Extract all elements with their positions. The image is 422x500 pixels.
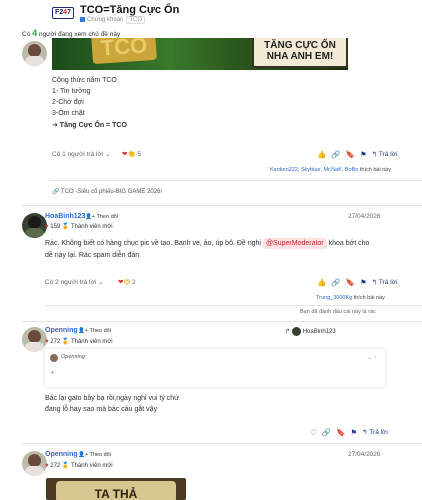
image-text: TA THẢ: [56, 481, 176, 500]
site-logo[interactable]: F247: [52, 7, 74, 19]
expand-quote-icon[interactable]: ⌄ ↑: [367, 354, 377, 361]
follow-user-icon: 👤+: [78, 452, 89, 458]
post-text: Rác. Không biết có hàng chục pic về tao.…: [45, 238, 370, 249]
reply-button[interactable]: ↰ Trả lời: [372, 150, 398, 158]
chevron-down-icon: ⌄: [97, 279, 104, 286]
heart-icon: ♥: [45, 463, 49, 469]
username[interactable]: Openning: [45, 327, 78, 334]
chevron-down-icon: ⌄: [104, 151, 111, 158]
trophy-icon: 🏅: [61, 463, 70, 469]
like-icon[interactable]: 👍: [317, 150, 326, 159]
user-meta: ♥ 272 🏅 Thành viên mới: [45, 463, 113, 469]
post-line: Công thức nắm TCO: [52, 77, 117, 84]
link-icon[interactable]: 🔗: [322, 428, 331, 437]
flag-icon[interactable]: ⚑: [360, 150, 367, 159]
username[interactable]: HoaBinh123: [45, 213, 85, 220]
post-image[interactable]: TCO TĂNG CỰC ỔN NHA ANH EM!: [52, 38, 348, 70]
reactions[interactable]: ❤😄 2: [118, 278, 136, 286]
replies-toggle[interactable]: Có 1 người trả lời ⌄: [52, 150, 110, 158]
quote-user: Openning:: [61, 354, 87, 360]
avatar: [291, 327, 301, 336]
category-badge-icon: [80, 16, 85, 22]
reply-button[interactable]: ↰ Trả lời: [372, 278, 398, 286]
reactions[interactable]: ❤👏 5: [122, 150, 141, 158]
link-icon[interactable]: 🔗: [331, 278, 340, 287]
clap-icon: 👏: [127, 151, 136, 158]
quote-block[interactable]: Openning: ⌄ ↑ *: [45, 349, 385, 387]
post-text: dề này lại. Rác spam diễn đàn: [45, 252, 140, 259]
like-icon[interactable]: 👍: [317, 278, 326, 287]
bookmark-icon[interactable]: 🔖: [346, 150, 355, 159]
avatar[interactable]: [22, 41, 47, 66]
post-date[interactable]: 27/04/2026: [348, 213, 381, 220]
quote-body: *: [51, 371, 54, 378]
avatar[interactable]: [22, 213, 47, 238]
likes-summary[interactable]: Kenken222, Skyblue, Mr.NaK, BoBo thích b…: [270, 167, 391, 173]
username[interactable]: Openning: [45, 451, 78, 458]
user-meta: ♥ 272 🏅 Thành viên mới: [45, 339, 113, 345]
topic-category[interactable]: Chứng khoán TCO: [80, 16, 146, 24]
link-icon: 🔗: [52, 189, 60, 195]
reply-button[interactable]: ↰ Trả lời: [362, 428, 388, 436]
like-icon[interactable]: ♡: [310, 428, 317, 437]
heart-icon: ♥: [45, 224, 49, 230]
post-line: 3-Ôm chặt: [52, 110, 85, 117]
trophy-icon: 🏅: [61, 224, 70, 230]
image-text-sign: TĂNG CỰC ỔN NHA ANH EM!: [252, 38, 348, 68]
smile-icon: 😄: [123, 279, 131, 286]
viewers-count: Có 4 người đang xem chủ đề này: [22, 28, 121, 38]
topic-title: TCO=Tăng Cực Ổn: [80, 4, 180, 16]
reply-arrow-icon: ↱: [285, 329, 291, 336]
bookmark-icon[interactable]: 🔖: [346, 278, 355, 287]
post-image[interactable]: TA THẢ: [46, 478, 186, 500]
follow-user-icon: 👤+: [78, 328, 89, 334]
follow-button[interactable]: 👤+ Theo dõi: [85, 214, 118, 220]
avatar[interactable]: [22, 451, 47, 476]
post-line: ➔ Tăng Cực Ổn = TCO: [52, 122, 127, 129]
flag-icon[interactable]: ⚑: [350, 428, 357, 437]
heart-icon: ♥: [45, 339, 49, 345]
reply-to[interactable]: ↱ HoaBinh123: [285, 327, 336, 336]
spam-notice: Bạn đã đánh dấu cái này là rác: [300, 309, 376, 315]
follow-user-icon: 👤+: [85, 214, 96, 220]
bookmark-icon[interactable]: 🔖: [336, 428, 345, 437]
follow-button[interactable]: 👤+ Theo dõi: [78, 328, 111, 334]
topic-header: F247 TCO=Tăng Cực Ổn Chứng khoán TCO: [0, 0, 422, 28]
mention-link[interactable]: @SuperModerator: [262, 238, 327, 249]
topic-tag[interactable]: TCO: [126, 16, 146, 24]
user-meta: ♥ 159 🏅 Thành viên mới: [45, 224, 113, 230]
replies-toggle[interactable]: Có 2 người trả lời ⌄: [45, 278, 103, 286]
post-text: đang lỗ hay sao mà bác cáu gắt vậy: [45, 406, 158, 413]
post-line: 2-Chờ đợi: [52, 99, 84, 106]
link-icon[interactable]: 🔗: [331, 150, 340, 159]
image-text-tco: TCO: [91, 38, 157, 65]
follow-button[interactable]: 👤+ Theo dõi: [78, 452, 111, 458]
topic-link[interactable]: 🔗 TCO -Siêu cổ phiếu-BIG GAME 2026!: [52, 188, 162, 195]
avatar: [50, 354, 58, 362]
post-date[interactable]: 27/04/2026: [348, 451, 381, 458]
post-line: 1- Tin tưởng: [52, 88, 91, 95]
avatar[interactable]: [22, 327, 47, 352]
flag-icon[interactable]: ⚑: [360, 278, 367, 287]
likes-summary[interactable]: Trung_3000Kg thích bài này: [316, 295, 385, 301]
trophy-icon: 🏅: [61, 339, 70, 345]
post-text: Bác lại gato bây bạ rồi,ngày nghỉ vui tý…: [45, 395, 179, 402]
